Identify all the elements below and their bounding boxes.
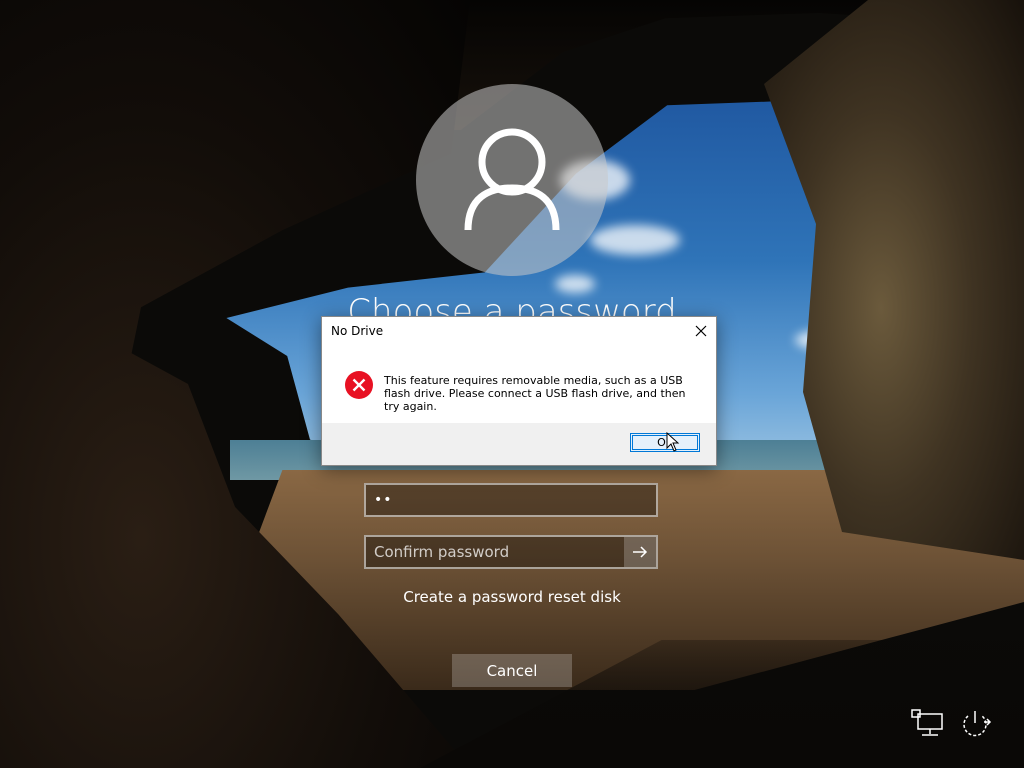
dialog-title: No Drive [331,324,384,338]
cancel-button[interactable]: Cancel [452,654,572,687]
cloud [590,225,680,255]
dialog-footer: OK [322,423,716,465]
dialog-body: This feature requires removable media, s… [322,345,716,425]
power-icon[interactable] [958,708,992,738]
user-icon [464,128,560,231]
cloud [555,275,595,293]
no-drive-dialog: No Drive This feature requires removable… [321,316,717,466]
user-avatar [416,84,608,276]
submit-arrow-button[interactable] [624,537,656,567]
network-icon[interactable] [910,708,944,738]
close-button[interactable] [686,317,716,345]
error-icon [345,371,373,399]
new-password-field[interactable]: •• [364,483,658,517]
dialog-message: This feature requires removable media, s… [384,374,686,413]
mouse-cursor-icon [666,432,680,452]
confirm-password-placeholder: Confirm password [374,543,510,561]
create-reset-disk-link[interactable]: Create a password reset disk [0,588,1024,606]
ok-button[interactable]: OK [630,433,700,452]
confirm-password-field[interactable]: Confirm password [364,535,658,569]
arrow-right-icon [633,546,648,558]
password-mask: •• [374,492,393,508]
close-icon [695,325,707,337]
